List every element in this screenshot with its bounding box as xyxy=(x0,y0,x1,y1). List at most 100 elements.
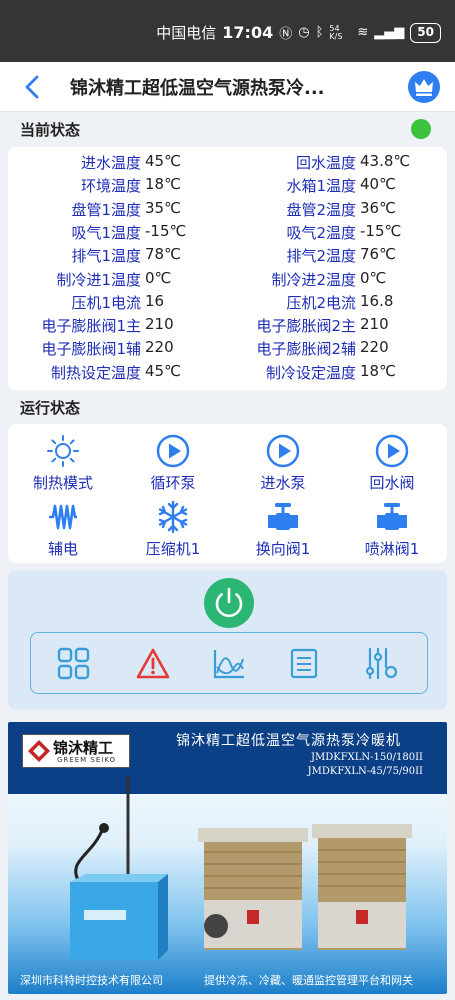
status-row: 制热设定温度 45℃ 制冷设定温度 18℃ xyxy=(8,361,447,384)
carrier-name: 中国电信 xyxy=(156,24,217,42)
tool-bar xyxy=(30,632,428,694)
status-value: 40℃ xyxy=(360,175,396,194)
brand-mark-icon xyxy=(28,740,50,762)
online-indicator xyxy=(411,119,431,139)
status-bar-right: 中国电信 17:04 Ⓝ ◷ ᛒ 54 K/S ≋ ▂▄▆ 50 xyxy=(156,22,441,43)
snowflake-icon xyxy=(158,500,188,534)
run-item-spray-valve-1: 喷淋阀1 xyxy=(337,500,447,559)
run-item-heating-mode: 制热模式 xyxy=(8,434,118,493)
valve-icon xyxy=(377,503,407,530)
status-label: 压机2电流 xyxy=(286,293,356,312)
overview-button[interactable] xyxy=(56,647,92,681)
status-row: 电子膨胀阀1主 210 电子膨胀阀2主 210 xyxy=(8,314,447,337)
run-item-label: 制热模式 xyxy=(32,474,93,492)
run-status-card: 制热模式 循环泵 进水泵 回水阀 辅电 压缩机1 换向阀1 喷淋阀1 xyxy=(8,424,447,563)
status-value: 220 xyxy=(360,338,389,357)
list-button[interactable] xyxy=(286,647,322,681)
power-button[interactable] xyxy=(204,578,254,628)
bluetooth-icon: ᛒ xyxy=(315,25,324,40)
run-item-compressor-1: 压缩机1 xyxy=(118,500,228,559)
run-item-label: 换向阀1 xyxy=(255,540,311,558)
status-value: 18℃ xyxy=(145,175,181,194)
valve-icon xyxy=(268,503,298,530)
run-item-label: 进水泵 xyxy=(260,474,306,492)
status-row: 吸气1温度 -15℃ 吸气2温度 -15℃ xyxy=(8,221,447,244)
banner-model-1: JMDKFXLN-150/180II xyxy=(310,752,423,763)
play-circle-icon xyxy=(156,434,190,468)
status-label: 水箱1温度 xyxy=(286,177,356,196)
chart-button[interactable] xyxy=(211,647,247,681)
run-item-return-valve: 回水阀 xyxy=(337,434,447,493)
status-value: 16.8 xyxy=(360,291,394,310)
current-status-card: 进水温度 45℃ 回水温度 43.8℃ 环境温度 18℃ 水箱1温度 40℃ 盘管1温度 35℃ 盘… xyxy=(8,147,447,390)
sun-icon xyxy=(47,435,79,467)
status-row: 压机1电流 16 压机2电流 16.8 xyxy=(8,291,447,314)
status-label: 制冷进1温度 xyxy=(56,270,141,289)
clock-time: 17:04 xyxy=(222,23,274,42)
status-row: 盘管1温度 35℃ 盘管2温度 36℃ xyxy=(8,198,447,221)
alarm-clock-icon: ◷ xyxy=(298,25,310,40)
status-value: 18℃ xyxy=(360,361,396,380)
heater-icon xyxy=(49,504,77,530)
status-label: 盘管1温度 xyxy=(71,200,141,219)
run-item-label: 压缩机1 xyxy=(145,540,201,558)
back-button[interactable] xyxy=(18,72,48,102)
status-value: -15℃ xyxy=(145,221,187,240)
run-status-title: 运行状态 xyxy=(20,399,81,417)
status-label: 电子膨胀阀2辅 xyxy=(256,340,356,359)
status-label: 盘管2温度 xyxy=(286,200,356,219)
banner-company: 深圳市科特时控技术有限公司 xyxy=(20,974,163,987)
run-item-label: 循环泵 xyxy=(150,474,196,492)
run-item-label: 辅电 xyxy=(47,540,78,558)
run-item-label: 喷淋阀1 xyxy=(364,540,420,558)
run-item-reversing-valve-1: 换向阀1 xyxy=(228,500,338,559)
status-value: 210 xyxy=(145,315,174,334)
status-value: -15℃ xyxy=(360,221,402,240)
settings-sliders-icon xyxy=(365,647,398,680)
status-label: 制冷设定温度 xyxy=(265,363,356,382)
status-label: 进水温度 xyxy=(80,154,141,172)
product-banner[interactable]: 锦沐精工 GREEM SEIKO 锦沐精工超低温空气源热泵冷暖机 JMDKFXL… xyxy=(8,722,447,994)
wifi-icon: ≋ xyxy=(357,25,369,40)
status-value: 43.8℃ xyxy=(360,152,411,170)
status-value: 210 xyxy=(360,315,389,334)
page-title: 锦沐精工超低温空气源热泵冷... xyxy=(70,78,325,99)
status-label: 电子膨胀阀1辅 xyxy=(41,340,141,359)
system-status-bar: 中国电信 17:04 Ⓝ ◷ ᛒ 54 K/S ≋ ▂▄▆ 50 xyxy=(0,0,455,62)
play-circle-icon xyxy=(375,434,409,468)
status-label: 压机1电流 xyxy=(71,293,141,312)
status-label: 制冷进2温度 xyxy=(271,270,356,289)
list-icon xyxy=(290,648,318,679)
status-label: 制热设定温度 xyxy=(50,363,141,382)
status-label: 环境温度 xyxy=(80,177,141,196)
nfc-icon: Ⓝ xyxy=(279,27,293,42)
run-item-label: 回水阀 xyxy=(369,474,415,492)
status-value: 76℃ xyxy=(360,245,396,264)
status-value: 36℃ xyxy=(360,198,396,217)
logo-text-en: GREEM SEIKO xyxy=(57,756,117,764)
chart-icon xyxy=(213,650,244,679)
status-row: 进水温度 45℃ 回水温度 43.8℃ xyxy=(8,151,447,174)
vip-button[interactable] xyxy=(408,71,440,103)
run-item-circulation-pump: 循环泵 xyxy=(118,434,228,493)
status-label: 电子膨胀阀2主 xyxy=(256,317,356,336)
current-status-title: 当前状态 xyxy=(20,121,81,139)
banner-slogan: 提供冷冻、冷藏、暖通监控管理平台和网关 xyxy=(204,974,413,987)
logo-text-cn: 锦沐精工 xyxy=(53,739,114,757)
app-header: 锦沐精工超低温空气源热泵冷... xyxy=(0,62,455,112)
alarm-button[interactable] xyxy=(135,647,171,681)
status-label: 排气1温度 xyxy=(71,247,141,266)
status-label: 电子膨胀阀1主 xyxy=(41,317,141,336)
status-label: 吸气2温度 xyxy=(286,223,356,242)
status-row: 制冷进1温度 0℃ 制冷进2温度 0℃ xyxy=(8,268,447,291)
status-value: 220 xyxy=(145,338,174,357)
settings-button[interactable] xyxy=(363,647,399,681)
signal-icon: ▂▄▆ xyxy=(374,25,405,40)
status-value: 45℃ xyxy=(145,361,181,380)
banner-title: 锦沐精工超低温空气源热泵冷暖机 xyxy=(176,733,401,749)
status-label: 回水温度 xyxy=(295,154,356,172)
status-value: 16 xyxy=(145,291,165,310)
brand-logo: 锦沐精工 GREEM SEIKO xyxy=(22,734,130,768)
run-item-inlet-pump: 进水泵 xyxy=(228,434,338,493)
power-icon xyxy=(215,587,243,618)
